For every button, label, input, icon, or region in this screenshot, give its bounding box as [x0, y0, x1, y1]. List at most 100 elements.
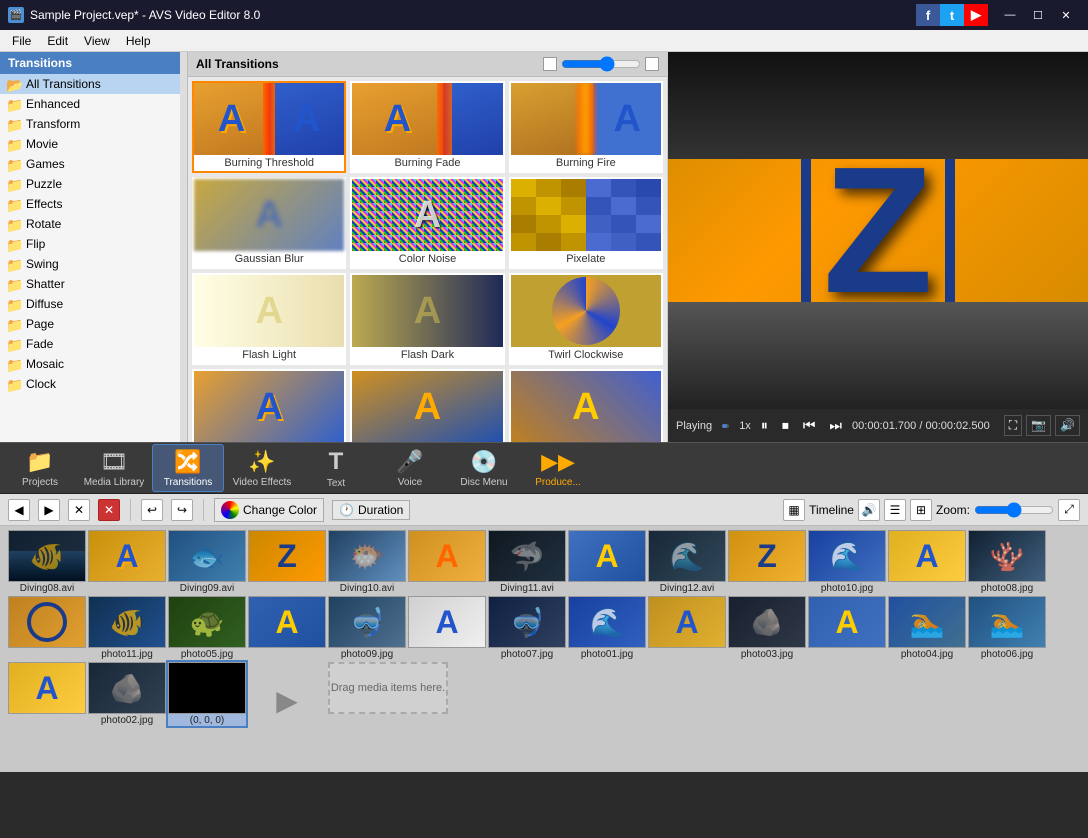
playback-bar[interactable] — [722, 424, 729, 428]
tool-projects[interactable]: 📁 Projects — [4, 444, 76, 492]
media-item-a7[interactable]: A — [648, 596, 726, 660]
transition-flash-dark[interactable]: A Flash Dark — [350, 273, 504, 365]
transition-burning-fade[interactable]: A Burning Fade — [350, 81, 504, 173]
media-item-photo10[interactable]: 🌊 photo10.jpg — [808, 530, 886, 594]
sidebar-item-all-transitions[interactable]: 📂 All Transitions — [0, 74, 187, 94]
sidebar-item-games[interactable]: 📁 Games — [0, 154, 187, 174]
sidebar-item-shatter[interactable]: 📁 Shatter — [0, 274, 187, 294]
snapshot-button[interactable]: 📷 — [1026, 415, 1051, 436]
maximize-button[interactable]: ☐ — [1024, 5, 1052, 25]
sidebar-item-effects[interactable]: 📁 Effects — [0, 194, 187, 214]
transition-more-1[interactable]: A Wave — [192, 369, 346, 442]
sidebar-item-swing[interactable]: 📁 Swing — [0, 254, 187, 274]
next-button[interactable]: ⏭ — [825, 415, 846, 436]
media-item-a1[interactable]: A — [88, 530, 166, 594]
view-small-icon[interactable] — [543, 57, 557, 71]
sidebar-item-enhanced[interactable]: 📁 Enhanced — [0, 94, 187, 114]
view-toggle[interactable]: ⊞ — [910, 499, 932, 521]
menu-edit[interactable]: Edit — [39, 32, 76, 50]
transition-more-3[interactable]: A Rotate — [509, 369, 663, 442]
tool-video-effects[interactable]: ✨ Video Effects — [226, 444, 298, 492]
media-item-diving10[interactable]: 🐡 Diving10.avi — [328, 530, 406, 594]
tool-disc-menu[interactable]: 💿 Disc Menu — [448, 444, 520, 492]
media-item-photo07[interactable]: 🤿 photo07.jpg — [488, 596, 566, 660]
media-item-photo09[interactable]: 🤿 photo09.jpg — [328, 596, 406, 660]
media-item-a2[interactable]: A — [408, 530, 486, 594]
sidebar-item-fade[interactable]: 📁 Fade — [0, 334, 187, 354]
media-item-diving11[interactable]: 🦈 Diving11.avi — [488, 530, 566, 594]
tool-transitions[interactable]: 🔀 Transitions — [152, 444, 224, 492]
fit-button[interactable]: ⤢ — [1058, 499, 1080, 521]
close-button[interactable]: ✕ — [1052, 5, 1080, 25]
prev-button[interactable]: ⏮ — [799, 415, 820, 436]
redo2-button[interactable]: ↪ — [171, 499, 193, 521]
audio-button[interactable]: 🔊 — [858, 499, 880, 521]
media-library-area[interactable]: 🐠 Diving08.avi A 🐟 Diving09.avi Z 🐡 — [0, 526, 1088, 772]
transition-twirl-clockwise[interactable]: Twirl Clockwise — [509, 273, 663, 365]
view-grid-button[interactable]: ▦ — [783, 499, 805, 521]
media-item-z2[interactable]: Z — [728, 530, 806, 594]
menu-file[interactable]: File — [4, 32, 39, 50]
transition-color-noise[interactable]: A Color Noise — [350, 177, 504, 269]
media-item-z1[interactable]: Z — [248, 530, 326, 594]
transitions-list[interactable]: 📂 All Transitions 📁 Enhanced 📁 Transform… — [0, 74, 187, 442]
transition-burning-threshold[interactable]: A A Burning Threshold — [192, 81, 346, 173]
transition-more-2[interactable]: A Slide — [350, 369, 504, 442]
cancel-button[interactable]: ✕ — [98, 499, 120, 521]
tool-produce[interactable]: ▶▶ Produce... — [522, 444, 594, 492]
list-button[interactable]: ☰ — [884, 499, 906, 521]
fullscreen-button[interactable]: ⛶ — [1004, 415, 1022, 436]
media-item-black[interactable]: (0, 0, 0) — [168, 662, 246, 726]
sidebar-item-page[interactable]: 📁 Page — [0, 314, 187, 334]
change-color-button[interactable]: Change Color — [214, 498, 324, 522]
media-item-photo02[interactable]: 🪨 photo02.jpg — [88, 662, 166, 726]
minimize-button[interactable]: — — [996, 5, 1024, 25]
transition-gaussian-blur[interactable]: A Gaussian Blur — [192, 177, 346, 269]
media-item-photo01[interactable]: 🌊 photo01.jpg — [568, 596, 646, 660]
redo-button[interactable]: ▶ — [38, 499, 60, 521]
transitions-grid[interactable]: A A Burning Threshold A — [188, 77, 667, 442]
tool-voice[interactable]: 🎤 Voice — [374, 444, 446, 492]
media-item-a5[interactable]: A — [248, 596, 326, 660]
sidebar-item-movie[interactable]: 📁 Movie — [0, 134, 187, 154]
media-item-a9[interactable]: A — [8, 662, 86, 726]
media-item-circle[interactable] — [8, 596, 86, 660]
transition-flash-light[interactable]: A Flash Light — [192, 273, 346, 365]
sidebar-item-diffuse[interactable]: 📁 Diffuse — [0, 294, 187, 314]
twitter-icon[interactable]: t — [940, 4, 964, 26]
sidebar-item-rotate[interactable]: 📁 Rotate — [0, 214, 187, 234]
media-item-photo11[interactable]: 🐠 photo11.jpg — [88, 596, 166, 660]
delete-button[interactable]: ✕ — [68, 499, 90, 521]
media-item-a3[interactable]: A — [568, 530, 646, 594]
view-large-icon[interactable] — [645, 57, 659, 71]
media-item-diving12[interactable]: 🌊 Diving12.avi — [648, 530, 726, 594]
sidebar-item-clock[interactable]: 📁 Clock — [0, 374, 187, 394]
media-item-photo08[interactable]: 🪸 photo08.jpg — [968, 530, 1046, 594]
media-item-a4[interactable]: A — [888, 530, 966, 594]
sidebar-item-puzzle[interactable]: 📁 Puzzle — [0, 174, 187, 194]
zoom-slider[interactable] — [974, 502, 1054, 518]
media-item-a8[interactable]: A — [808, 596, 886, 660]
media-item-photo05[interactable]: 🐢 photo05.jpg — [168, 596, 246, 660]
duration-button[interactable]: 🕐 Duration — [332, 500, 410, 520]
stop-button[interactable]: ⏹ — [778, 415, 793, 436]
media-item-photo03[interactable]: 🪨 photo03.jpg — [728, 596, 806, 660]
facebook-icon[interactable]: f — [916, 4, 940, 26]
youtube-icon[interactable]: ▶ — [964, 4, 988, 26]
tool-text[interactable]: T Text — [300, 444, 372, 492]
undo-button[interactable]: ◀ — [8, 499, 30, 521]
transition-pixelate[interactable]: Pixelate — [509, 177, 663, 269]
menu-help[interactable]: Help — [118, 32, 159, 50]
volume-button[interactable]: 🔊 — [1055, 415, 1080, 436]
media-item-diving08[interactable]: 🐠 Diving08.avi — [8, 530, 86, 594]
tool-media-library[interactable]: 🎞 Media Library — [78, 444, 150, 492]
sidebar-item-flip[interactable]: 📁 Flip — [0, 234, 187, 254]
menu-view[interactable]: View — [76, 32, 118, 50]
transition-burning-fire[interactable]: A Burning Fire — [509, 81, 663, 173]
media-item-a6[interactable]: A — [408, 596, 486, 660]
size-slider[interactable] — [561, 56, 641, 72]
sidebar-item-transform[interactable]: 📁 Transform — [0, 114, 187, 134]
sidebar-item-mosaic[interactable]: 📁 Mosaic — [0, 354, 187, 374]
undo2-button[interactable]: ↩ — [141, 499, 163, 521]
media-item-photo04[interactable]: 🏊 photo04.jpg — [888, 596, 966, 660]
